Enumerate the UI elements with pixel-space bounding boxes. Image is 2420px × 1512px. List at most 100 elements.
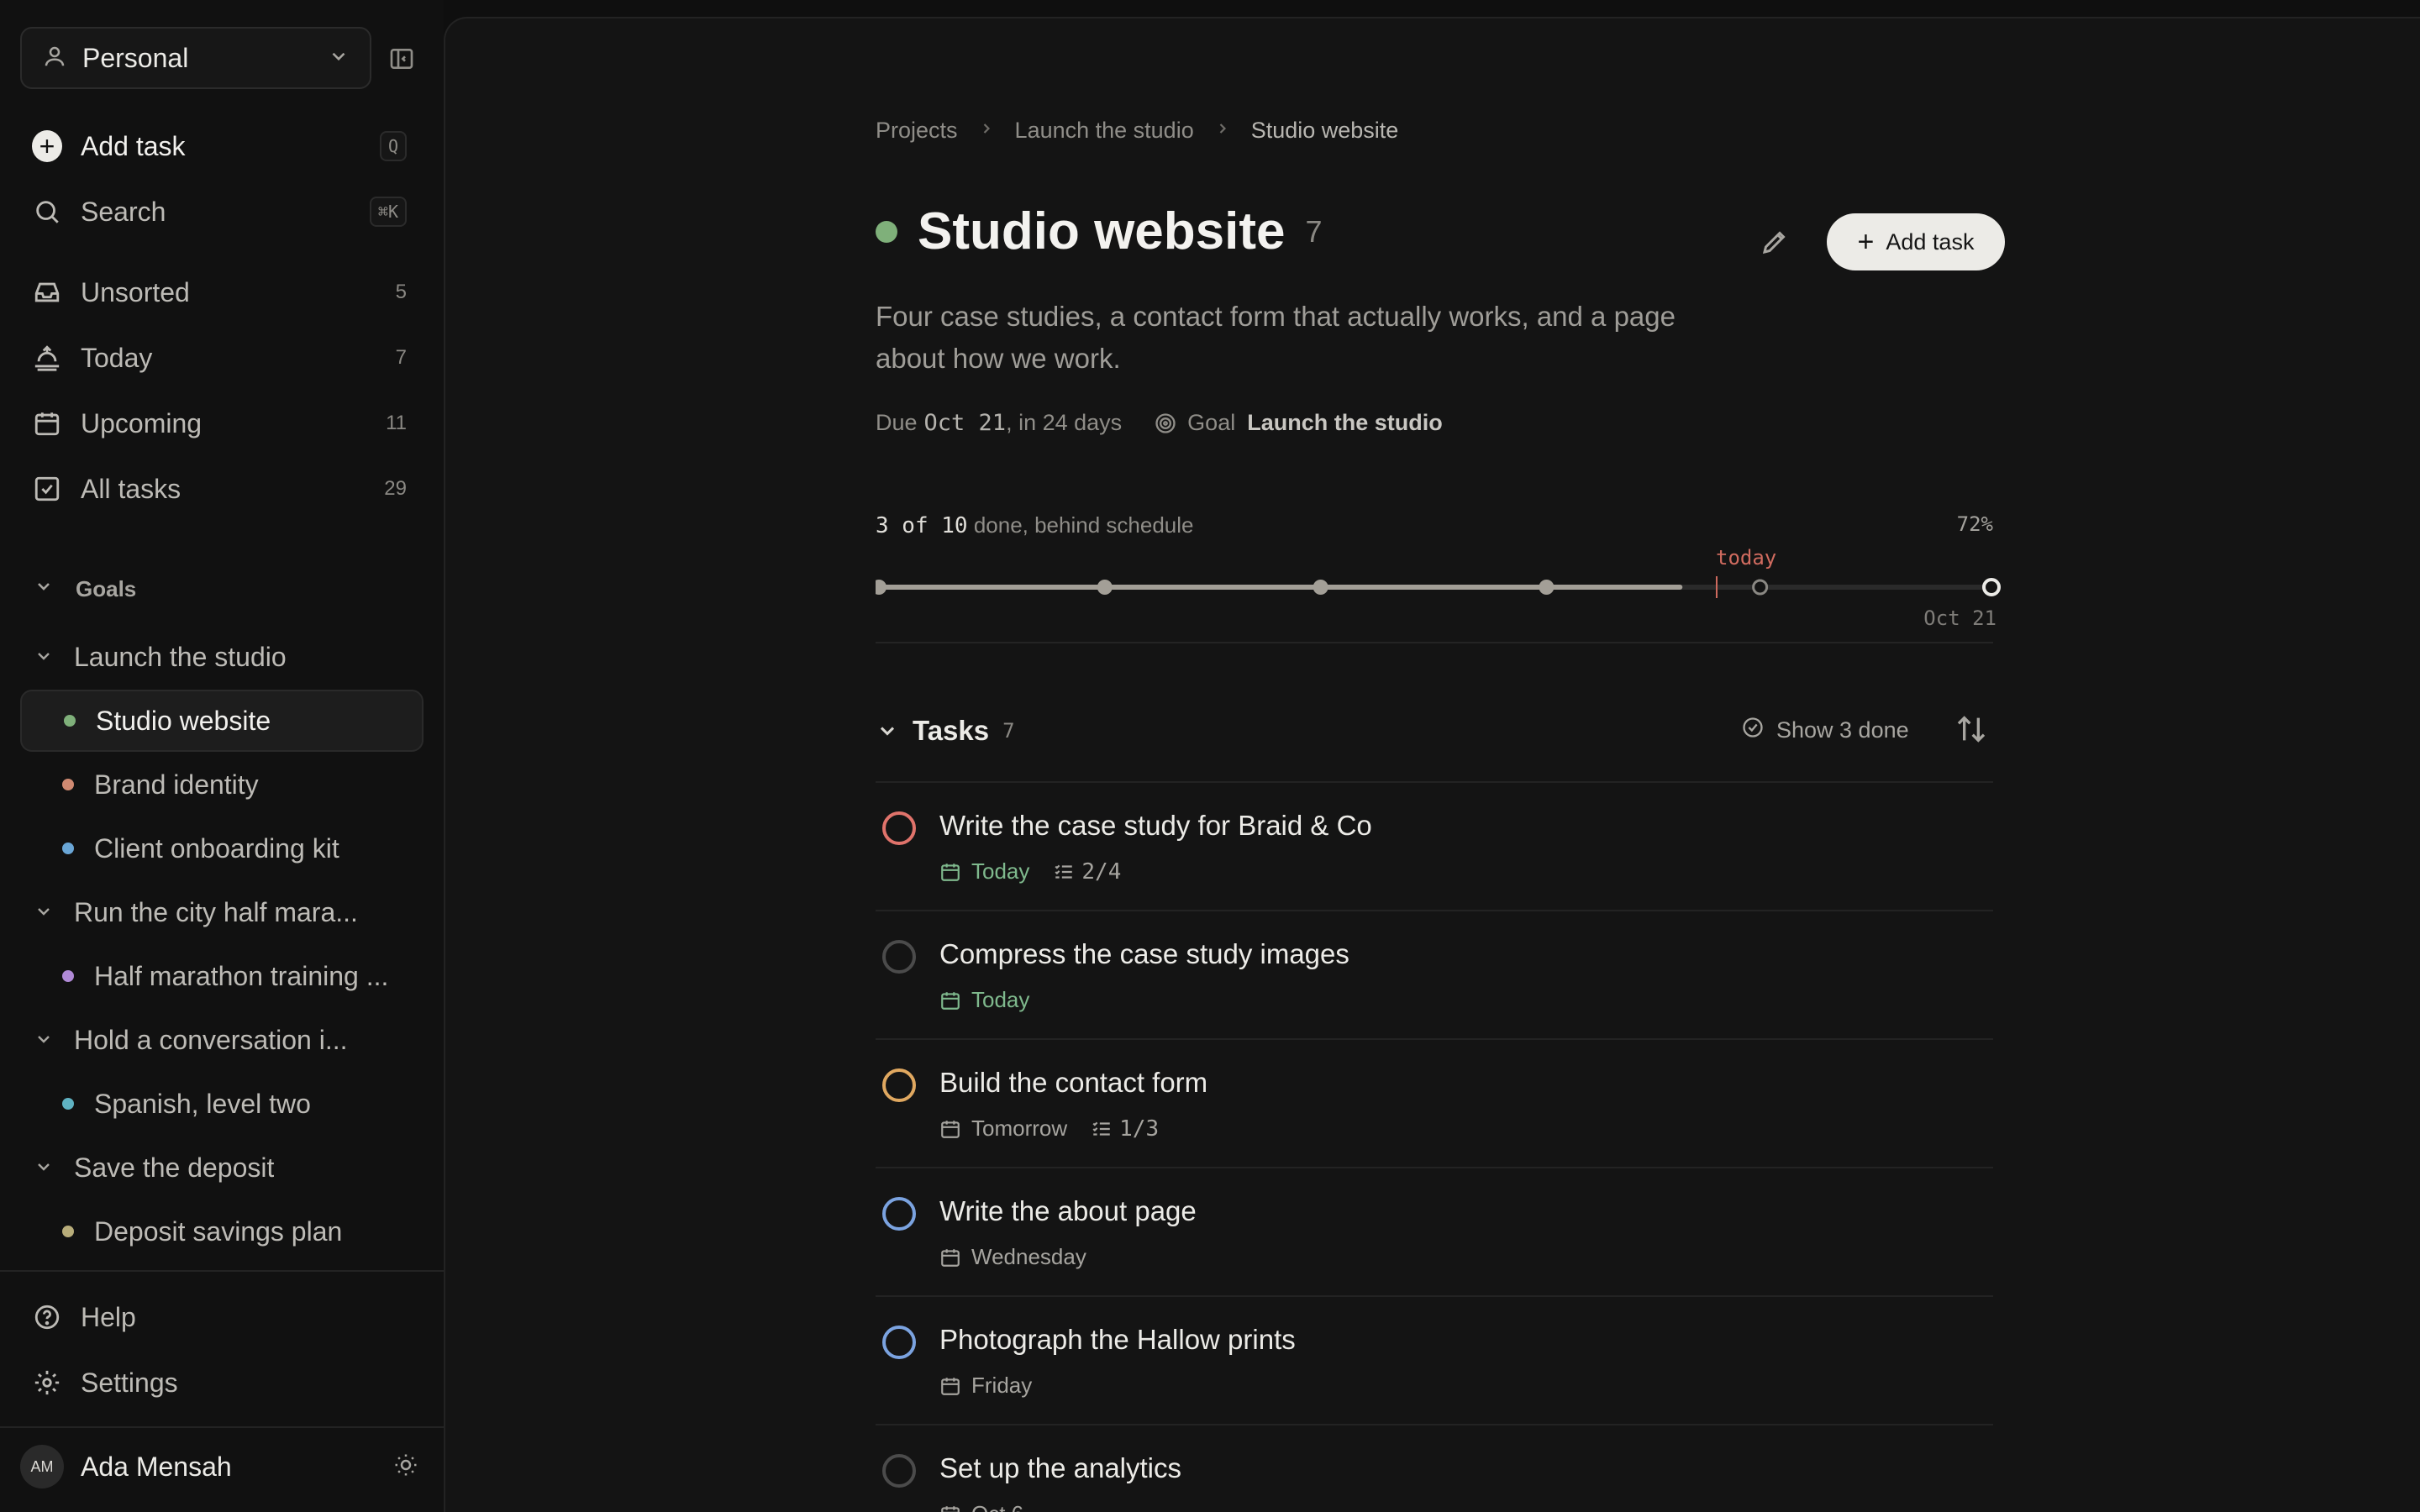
- breadcrumb-goal[interactable]: Launch the studio: [1015, 118, 1194, 144]
- progress-done-count: 3 of 10: [876, 513, 968, 538]
- goals-section-toggle[interactable]: Goals: [34, 576, 136, 602]
- user-menu[interactable]: AM Ada Mensah: [20, 1443, 418, 1490]
- show-done-button[interactable]: Show 3 done: [1741, 716, 1909, 745]
- gear-icon: [32, 1368, 62, 1398]
- sidebar-project-studio-website[interactable]: Studio website: [20, 690, 424, 752]
- tasks-header: Tasks: [913, 715, 990, 746]
- chevron-down-icon[interactable]: [876, 719, 899, 743]
- chevron-down-icon: [34, 1152, 54, 1184]
- task-row[interactable]: Write the about page Wednesday: [876, 1167, 1993, 1296]
- task-checkbox[interactable]: [882, 811, 916, 845]
- project-meta: Due Oct 21 , in 24 days Goal Launch the …: [876, 410, 1443, 436]
- chevron-right-icon: [978, 120, 995, 142]
- deadline-marker: [1982, 578, 2001, 596]
- checkbox-icon: [32, 474, 62, 504]
- sidebar-project-deposit-savings-plan[interactable]: Deposit savings plan: [20, 1200, 424, 1263]
- project-color-dot: [62, 1226, 74, 1237]
- progress-status: done, behind schedule: [973, 512, 1194, 538]
- milestone-done: [876, 580, 886, 595]
- calendar-icon: [939, 990, 961, 1011]
- task-meta: Today 2/4: [939, 858, 1121, 885]
- plus-icon: +: [1857, 226, 1875, 258]
- breadcrumb-projects[interactable]: Projects: [876, 118, 958, 144]
- sidebar-item-count: 7: [395, 346, 407, 369]
- sidebar-project-spanish-level-two[interactable]: Spanish, level two: [20, 1073, 424, 1135]
- task-meta: Oct 6: [939, 1501, 1023, 1512]
- project-header: Studio website 7: [876, 202, 1323, 261]
- sidebar-item-label: Today: [81, 342, 153, 373]
- task-checkbox[interactable]: [882, 1068, 916, 1102]
- task-row[interactable]: Compress the case study images Today: [876, 910, 1993, 1039]
- goal-label: Goal: [1187, 410, 1236, 435]
- goal-link[interactable]: Launch the studio: [1247, 410, 1443, 436]
- user-name: Ada Mensah: [81, 1451, 232, 1482]
- task-subtask-count: 1/3: [1119, 1116, 1160, 1142]
- sidebar-item-upcoming[interactable]: Upcoming 11: [20, 396, 418, 450]
- sidebar-item-count: 11: [386, 412, 407, 434]
- project-label: Spanish, level two: [94, 1088, 311, 1119]
- chevron-down-icon: [34, 1025, 54, 1056]
- help-icon: [32, 1302, 62, 1332]
- add-task-button[interactable]: + Add task Q: [20, 119, 418, 173]
- sidebar-toggle-icon[interactable]: [388, 45, 415, 72]
- settings-button[interactable]: Settings: [20, 1356, 418, 1410]
- pencil-icon[interactable]: [1760, 227, 1793, 260]
- task-subtask-count: 2/4: [1081, 858, 1122, 885]
- sidebar-project-half-marathon-training[interactable]: Half marathon training ...: [20, 945, 424, 1007]
- sidebar-item-all-tasks[interactable]: All tasks 29: [20, 462, 418, 516]
- search-icon: [32, 197, 62, 227]
- calendar-icon: [32, 408, 62, 438]
- sun-icon[interactable]: [393, 1452, 418, 1482]
- help-button[interactable]: Help: [20, 1290, 418, 1344]
- add-task-label: Add task: [81, 130, 186, 161]
- goal-hold-a-conversation[interactable]: Hold a conversation i...: [34, 1015, 420, 1065]
- search-label: Search: [81, 196, 166, 227]
- project-status-dot: [876, 220, 897, 243]
- sidebar-item-label: Upcoming: [81, 407, 203, 438]
- search-button[interactable]: Search ⌘K: [20, 185, 418, 239]
- task-row[interactable]: Photograph the Hallow prints Friday: [876, 1295, 1993, 1425]
- today-marker-label: today: [1716, 546, 1777, 570]
- settings-label: Settings: [81, 1367, 178, 1398]
- progress-percent: 72%: [1956, 512, 1993, 536]
- task-row[interactable]: Set up the analytics Oct 6: [876, 1424, 1993, 1512]
- task-title: Write the about page: [939, 1195, 1197, 1226]
- goal-run-the-city-half-marathon[interactable]: Run the city half mara...: [34, 887, 420, 937]
- subtasks-icon: [1053, 861, 1075, 883]
- project-label: Deposit savings plan: [94, 1215, 343, 1247]
- task-due: Today: [971, 987, 1030, 1012]
- task-meta: Tomorrow 1/3: [939, 1116, 1159, 1142]
- avatar: AM: [20, 1445, 64, 1488]
- task-meta: Today: [939, 987, 1029, 1013]
- task-row[interactable]: Write the case study for Braid & Co Toda…: [876, 781, 1993, 911]
- breadcrumb-current: Studio website: [1250, 118, 1399, 143]
- calendar-icon: [939, 1375, 961, 1397]
- person-icon: [42, 44, 67, 73]
- breadcrumb: Projects Launch the studio Studio websit…: [876, 118, 1398, 144]
- sidebar-project-client-onboarding-kit[interactable]: Client onboarding kit: [20, 817, 424, 879]
- sidebar-item-today[interactable]: Today 7: [20, 331, 418, 385]
- task-title: Set up the analytics: [939, 1452, 1182, 1483]
- sidebar-item-unsorted[interactable]: Unsorted 5: [20, 265, 418, 319]
- sidebar-divider: [0, 1270, 444, 1272]
- goal-launch-the-studio[interactable]: Launch the studio: [34, 632, 420, 682]
- task-row[interactable]: Build the contact form Tomorrow 1/3: [876, 1038, 1993, 1168]
- task-meta: Wednesday: [939, 1244, 1086, 1270]
- task-title: Compress the case study images: [939, 938, 1349, 969]
- project-label: Studio website: [96, 705, 271, 736]
- task-checkbox[interactable]: [882, 940, 916, 974]
- goal-label: Save the deposit: [74, 1152, 275, 1183]
- sidebar: Personal + Add task Q Search ⌘K Unsorted…: [0, 0, 444, 1512]
- task-checkbox[interactable]: [882, 1326, 916, 1359]
- main-panel: Projects Launch the studio Studio websit…: [444, 17, 2420, 1512]
- task-checkbox[interactable]: [882, 1454, 916, 1488]
- workspace-switcher[interactable]: Personal: [20, 27, 371, 89]
- task-checkbox[interactable]: [882, 1197, 916, 1231]
- task-title: Photograph the Hallow prints: [939, 1324, 1296, 1355]
- show-done-label: Show 3 done: [1776, 717, 1909, 743]
- sort-icon[interactable]: [1954, 712, 1991, 749]
- sidebar-project-brand-identity[interactable]: Brand identity: [20, 753, 424, 816]
- add-task-button[interactable]: + Add task: [1827, 213, 2005, 270]
- sidebar-item-label: Unsorted: [81, 276, 190, 307]
- goal-save-the-deposit[interactable]: Save the deposit: [34, 1142, 420, 1193]
